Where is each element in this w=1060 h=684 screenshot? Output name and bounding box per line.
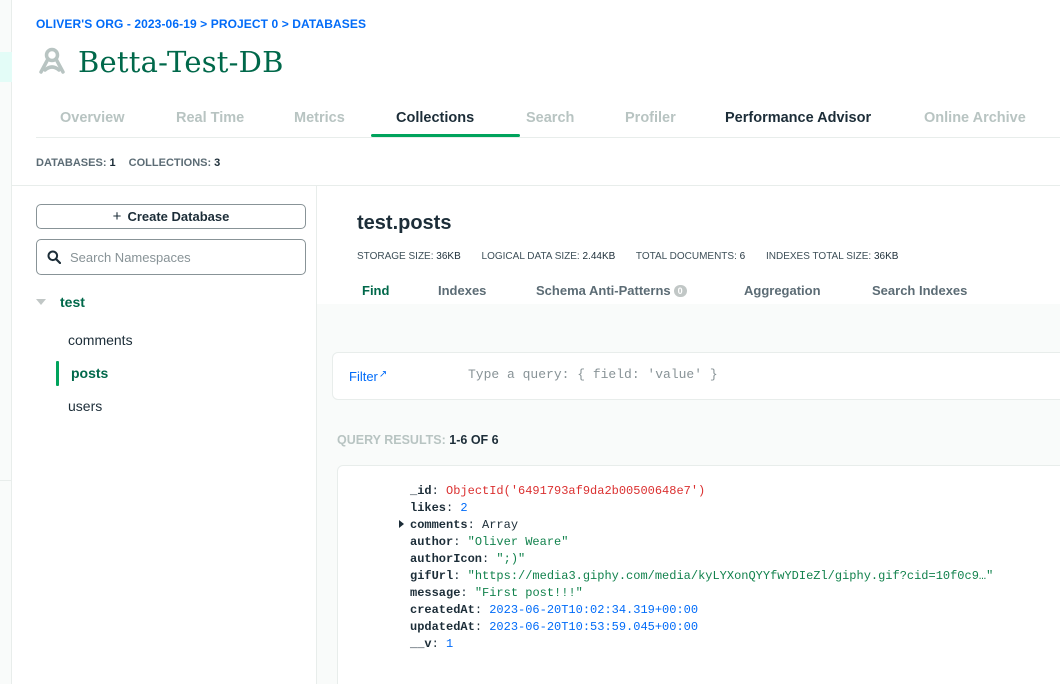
field-key: updatedAt: [410, 620, 475, 634]
field-key: author: [410, 535, 454, 549]
collections-count-value: 3: [214, 157, 221, 169]
collection-item-users[interactable]: users: [68, 398, 102, 414]
expand-arrow-icon[interactable]: [399, 520, 404, 528]
field-key: authorIcon: [410, 552, 483, 566]
logical-size-value: 2.44KB: [582, 251, 616, 262]
total-documents-label: TOTAL DOCUMENTS:: [635, 251, 737, 262]
field-key: message: [410, 586, 461, 600]
collections-count-label: COLLECTIONS:: [128, 157, 212, 169]
document-field: authorIcon: ";)": [410, 552, 526, 566]
total-documents-stat: TOTAL DOCUMENTS: 6: [636, 251, 745, 262]
active-tab-indicator: [371, 134, 520, 137]
database-item-test[interactable]: test: [36, 294, 85, 310]
document-field: gifUrl: "https://media3.giphy.com/media/…: [410, 569, 994, 583]
collection-title: test.posts: [357, 212, 452, 234]
field-value: "https://media3.giphy.com/media/kyLYXonQ…: [467, 569, 994, 583]
field-value: "Oliver Weare": [467, 535, 569, 549]
filter-query-input[interactable]: [468, 367, 1028, 382]
content-divider: [12, 185, 1060, 186]
document-field: createdAt: 2023-06-20T10:02:34.319+00:00: [410, 603, 699, 617]
databases-count-label: DATABASES:: [36, 157, 107, 169]
field-value: ";)": [496, 552, 526, 566]
field-value: 2023-06-20T10:53:59.045+00:00: [489, 620, 699, 634]
storage-size-label: STORAGE SIZE:: [357, 251, 434, 262]
indexes-size-stat: INDEXES TOTAL SIZE: 36KB: [766, 251, 898, 262]
field-key: __v: [410, 637, 432, 651]
subtab-find[interactable]: Find: [362, 283, 389, 298]
tab-metrics[interactable]: Metrics: [294, 110, 345, 126]
cluster-icon: [39, 47, 65, 74]
document-field: message: "First post!!!": [410, 586, 583, 600]
databases-count-value: 1: [109, 157, 116, 169]
document-field: updatedAt: 2023-06-20T10:53:59.045+00:00: [410, 620, 699, 634]
document-field: author: "Oliver Weare": [410, 535, 569, 549]
logical-size-label: LOGICAL DATA SIZE:: [481, 251, 580, 262]
query-results-range: 1-6 OF 6: [449, 433, 499, 447]
field-key: likes: [410, 501, 447, 515]
filter-label: Filter: [349, 369, 378, 384]
app-nav-divider: [0, 480, 12, 481]
storage-size-stat: STORAGE SIZE: 36KB: [357, 251, 461, 262]
field-key: comments: [410, 518, 468, 532]
tab-search[interactable]: Search: [526, 110, 574, 126]
search-icon: [47, 250, 61, 264]
create-database-label: Create Database: [127, 209, 230, 224]
page-title: Betta-Test-DB: [78, 45, 284, 79]
logical-size-stat: LOGICAL DATA SIZE: 2.44KB: [482, 251, 616, 262]
query-results-summary: QUERY RESULTS: 1-6 OF 6: [337, 433, 499, 447]
collection-item-posts[interactable]: posts: [71, 365, 108, 381]
external-link-icon: ↗: [378, 369, 388, 380]
document-card[interactable]: _id: ObjectId('6491793af9da2b00500648e7'…: [337, 465, 1060, 684]
plus-icon: +: [112, 208, 122, 225]
subtab-schema-anti-patterns[interactable]: Schema Anti-Patterns 0: [536, 283, 687, 298]
field-value: "First post!!!": [474, 586, 583, 600]
document-field: __v: 1: [410, 637, 454, 651]
search-namespaces-input[interactable]: [70, 249, 290, 265]
field-value: 1: [446, 637, 454, 651]
document-field[interactable]: comments: Array: [410, 518, 518, 532]
tab-online-archive[interactable]: Online Archive: [924, 110, 1026, 126]
filter-link[interactable]: Filter↗: [349, 369, 387, 384]
schema-count-badge: 0: [673, 285, 687, 297]
field-value: ObjectId('6491793af9da2b00500648e7'): [446, 484, 706, 498]
search-namespaces-box[interactable]: [36, 239, 306, 275]
field-key: createdAt: [410, 603, 475, 617]
tab-collections[interactable]: Collections: [396, 110, 474, 126]
document-field: likes: 2: [410, 501, 468, 515]
tab-profiler[interactable]: Profiler: [625, 110, 676, 126]
subtab-aggregation[interactable]: Aggregation: [744, 283, 821, 298]
namespace-counts: DATABASES: 1 COLLECTIONS: 3: [36, 157, 230, 169]
tab-real-time[interactable]: Real Time: [176, 110, 244, 126]
collection-stats: STORAGE SIZE: 36KB LOGICAL DATA SIZE: 2.…: [357, 251, 916, 262]
page-header: Betta-Test-DB: [36, 42, 284, 82]
subtab-schema-label: Schema Anti-Patterns: [536, 283, 671, 298]
breadcrumb[interactable]: OLIVER'S ORG - 2023-06-19 > PROJECT 0 > …: [36, 17, 366, 31]
filter-bar: Filter↗: [332, 352, 1060, 400]
caret-down-icon[interactable]: [36, 299, 46, 305]
indexes-size-label: INDEXES TOTAL SIZE:: [765, 251, 872, 262]
app-nav-selected[interactable]: [0, 52, 12, 82]
indexes-size-value: 36KB: [873, 251, 899, 262]
field-value: 2: [460, 501, 468, 515]
field-value: 2023-06-20T10:02:34.319+00:00: [489, 603, 699, 617]
document-field: _id: ObjectId('6491793af9da2b00500648e7'…: [410, 484, 706, 498]
database-name: test: [60, 294, 85, 310]
collection-item-comments[interactable]: comments: [68, 332, 133, 348]
active-collection-indicator: [56, 361, 59, 386]
subtab-indexes[interactable]: Indexes: [438, 283, 486, 298]
subtab-search-indexes[interactable]: Search Indexes: [872, 283, 967, 298]
storage-size-value: 36KB: [436, 251, 461, 262]
total-documents-value: 6: [739, 251, 746, 262]
tab-performance-advisor[interactable]: Performance Advisor: [725, 110, 871, 126]
app-nav-strip: [0, 0, 12, 684]
main-tabs: Overview Real Time Metrics Collections S…: [36, 100, 1060, 138]
create-database-button[interactable]: + Create Database: [36, 204, 306, 229]
field-value: Array: [482, 518, 519, 532]
field-key: _id: [410, 484, 432, 498]
field-key: gifUrl: [410, 569, 454, 583]
tab-overview[interactable]: Overview: [60, 110, 125, 126]
query-results-label: QUERY RESULTS:: [337, 433, 446, 447]
